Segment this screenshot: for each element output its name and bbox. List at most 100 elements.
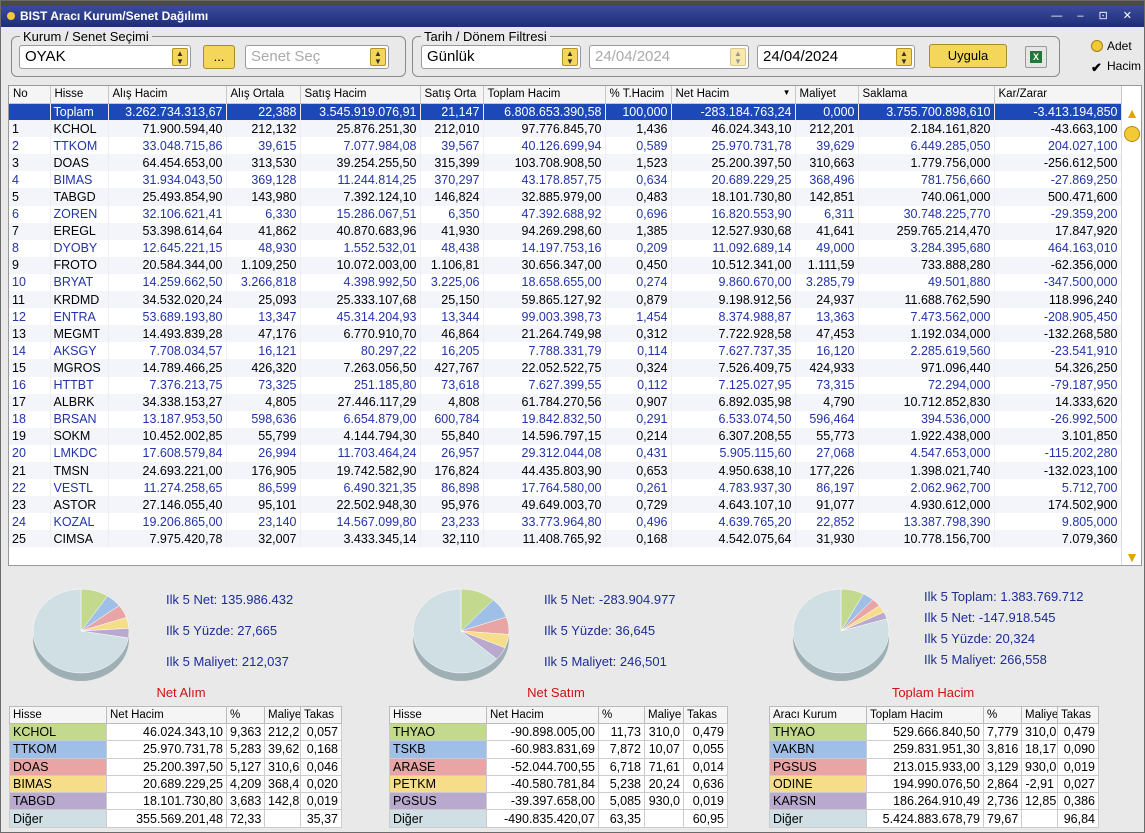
table-cell: 0,057 [300,722,342,742]
table-row[interactable]: PETKM -40.580.781,84 5,238 20,24 0,636 [389,774,728,794]
scroll-thumb[interactable] [1124,126,1140,142]
radio-icon[interactable] [1091,40,1103,52]
chevron-updown-icon[interactable]: ▲ ▼ [370,48,386,66]
table-row[interactable]: ARASE -52.044.700,55 6,718 71,61 0,014 [389,757,728,776]
column-header[interactable]: Toplam Hacim [866,706,984,724]
column-header[interactable]: Alış Ortala [226,86,301,104]
vertical-scrollbar[interactable]: ▲ ▼ [1121,104,1141,565]
total-row[interactable]: Toplam 3.262.734.313,67 22,388 3.545.919.07… [9,103,1122,121]
table-row[interactable]: Diğer -490.835.420,07 63,35 60,95 [389,809,728,828]
table-row[interactable]: ODINE 194.990.076,50 2,864 -2,91 0,027 [769,774,1099,794]
table-row[interactable]: 5 TABGD 25.493.854,90 143,980 7.392.124,10 14… [9,188,1122,206]
table-row[interactable]: 9 FROTO 20.584.344,00 1.109,250 10.072.003,0… [9,256,1122,274]
column-header[interactable]: Maliyet [795,86,859,104]
table-row[interactable]: Diğer 355.569.201,48 72,33 35,37 [9,809,342,828]
sort-desc-icon[interactable]: ▼ [783,88,791,97]
chevron-updown-icon[interactable]: ▲ ▼ [562,48,578,66]
column-header[interactable]: Takas [683,706,728,724]
table-row[interactable]: 16 HTTBT 7.376.213,75 73,325 251.185,80 73,61… [9,376,1122,394]
period-combo[interactable]: Günlük ▲ ▼ [421,45,581,69]
chevron-updown-icon[interactable]: ▲ ▼ [730,48,746,66]
table-row[interactable]: 15 MGROS 14.789.466,25 426,320 7.263.056,50 4… [9,359,1122,377]
table-row[interactable]: 22 VESTL 11.274.258,65 86,599 6.490.321,35 86… [9,479,1122,497]
window-controls[interactable]: — – ⊡ ✕ [1051,6,1138,27]
apply-button[interactable]: Uygula [929,44,1007,68]
column-header[interactable]: Hisse [389,706,487,724]
table-row[interactable]: TSKB -60.983.831,69 7,872 10,07 0,055 [389,740,728,759]
column-header[interactable]: Alış Hacim [108,86,227,104]
table-row[interactable]: DOAS 25.200.397,50 5,127 310,6 0,046 [9,757,342,776]
column-header[interactable]: No [9,86,51,104]
table-row[interactable]: 18 BRSAN 13.187.953,50 598,636 6.654.879,00 6… [9,410,1122,428]
scroll-up-icon[interactable]: ▲ [1124,106,1140,120]
kurum-combo[interactable]: OYAK ▲ ▼ [19,45,191,69]
table-cell: 20,24 [644,774,684,794]
table-row[interactable]: THYAO 529.666.840,50 7,779 310,0 0,479 [769,722,1099,742]
column-header[interactable]: Hisse [50,86,109,104]
column-header[interactable]: Maliye [264,706,301,724]
table-row[interactable]: 12 ENTRA 53.689.193,80 13,347 45.314.204,93 1… [9,308,1122,326]
table-row[interactable]: KCHOL 46.024.343,10 9,363 212,2 0,057 [9,722,342,742]
table-row[interactable]: 11 KRDMD 34.532.020,24 25,093 25.333.107,68 2… [9,291,1122,309]
date-to-field[interactable]: 24/04/2024 ▲ ▼ [757,45,915,69]
column-header[interactable]: Satış Orta [420,86,484,104]
table-row[interactable]: 23 ASTOR 27.146.055,40 95,101 22.502.948,30 9… [9,496,1122,514]
hacim-option[interactable]: ✔ Hacim [1091,58,1141,78]
column-header[interactable]: % [598,706,645,724]
table-row[interactable]: 17 ALBRK 34.338.153,27 4,805 27.446.117,29 4,… [9,393,1122,411]
table-cell: 40.126.699,94 [483,137,606,155]
excel-export-button[interactable]: X [1025,46,1047,68]
chevron-updown-icon[interactable]: ▲ ▼ [172,48,188,66]
table-row[interactable]: BIMAS 20.689.229,25 4,209 368,4 0,020 [9,774,342,794]
table-cell: 3,683 [226,792,265,811]
title-bar[interactable]: BIST Aracı Kurum/Senet Dağılımı — – ⊡ ✕ [1,6,1144,27]
table-row[interactable]: 25 CIMSA 7.975.420,78 32,007 3.433.345,14 32,… [9,530,1122,548]
column-header[interactable]: Hisse [9,706,107,724]
table-row[interactable]: 8 DYOBY 12.645.221,15 48,930 1.552.532,01 48,… [9,239,1122,257]
table-row[interactable]: 14 AKSGY 7.708.034,57 16,121 80.297,22 16,205… [9,342,1122,360]
column-header[interactable]: Kar/Zarar [994,86,1122,104]
chevron-updown-icon[interactable]: ▲ ▼ [896,48,912,66]
column-header[interactable]: Aracı Kurum [769,706,867,724]
column-header[interactable]: Maliye [644,706,684,724]
table-row[interactable]: 3 DOAS 64.454.653,00 313,530 39.254.255,50 31… [9,154,1122,172]
table-row[interactable]: 24 KOZAL 19.206.865,00 23,140 14.567.099,80 2… [9,513,1122,531]
adet-option[interactable]: Adet [1091,38,1141,58]
table-row[interactable]: 1 KCHOL 71.900.594,40 212,132 25.876.251,30 2… [9,120,1122,138]
table-row[interactable]: 2 TTKOM 33.048.715,86 39,615 7.077.984,08 39,… [9,137,1122,155]
column-header[interactable]: % [983,706,1022,724]
table-row[interactable]: 19 SOKM 10.452.002,85 55,799 4.144.794,30 55,… [9,427,1122,445]
table-cell: 0,479 [1057,722,1099,742]
scroll-down-icon[interactable]: ▼ [1124,550,1140,564]
column-header[interactable]: Net Hacim ▼ [671,86,796,104]
table-row[interactable]: PGSUS 213.015.933,00 3,129 930,0 0,019 [769,757,1099,776]
checkmark-icon[interactable]: ✔ [1091,61,1103,74]
table-row[interactable]: 20 LMKDC 17.608.579,84 26,994 11.703.464,24 2… [9,444,1122,462]
table-row[interactable]: 13 MEGMT 14.493.839,28 47,176 6.770.910,70 46… [9,325,1122,343]
browse-button[interactable]: ... [203,45,235,69]
column-header[interactable]: Net Hacim [106,706,227,724]
table-row[interactable]: THYAO -90.898.005,00 11,73 310,0 0,479 [389,722,728,742]
column-header[interactable]: Net Hacim [486,706,599,724]
table-row[interactable]: PGSUS -39.397.658,00 5,085 930,0 0,019 [389,792,728,811]
table-row[interactable]: KARSN 186.264.910,49 2,736 12,85 0,386 [769,792,1099,811]
table-row[interactable]: 21 TMSN 24.693.221,00 176,905 19.742.582,90 1… [9,461,1122,480]
table-row[interactable]: 4 BIMAS 31.934.043,50 369,128 11.244.814,25 3… [9,171,1122,189]
column-header[interactable]: % T.Hacim [605,86,672,104]
table-row[interactable]: VAKBN 259.831.951,30 3,816 18,17 0,090 [769,740,1099,759]
table-row[interactable]: 6 ZOREN 32.106.621,41 6,330 15.286.067,51 6,3… [9,205,1122,223]
senet-combo[interactable]: Senet Seç ▲ ▼ [245,45,389,69]
table-row[interactable]: TTKOM 25.970.731,78 5,283 39,62 0,168 [9,740,342,759]
column-header[interactable]: % [226,706,265,724]
column-header[interactable]: Takas [1057,706,1099,724]
table-row[interactable]: TABGD 18.101.730,80 3,683 142,8 0,019 [9,792,342,811]
column-header[interactable]: Satış Hacim [300,86,421,104]
column-header[interactable]: Maliye [1021,706,1058,724]
table-row[interactable]: 10 BRYAT 14.259.662,50 3.266,818 4.398.992,5… [9,273,1122,292]
table-row[interactable]: 7 EREGL 53.398.614,64 41,862 40.870.683,96 41… [9,222,1122,240]
column-header[interactable]: Takas [300,706,342,724]
column-header[interactable]: Toplam Hacim [483,86,606,104]
date-from-field[interactable]: 24/04/2024 ▲ ▼ [589,45,749,69]
column-header[interactable]: Saklama [858,86,995,104]
table-row[interactable]: Diğer 5.424.883.678,79 79,67 96,84 [769,809,1099,828]
